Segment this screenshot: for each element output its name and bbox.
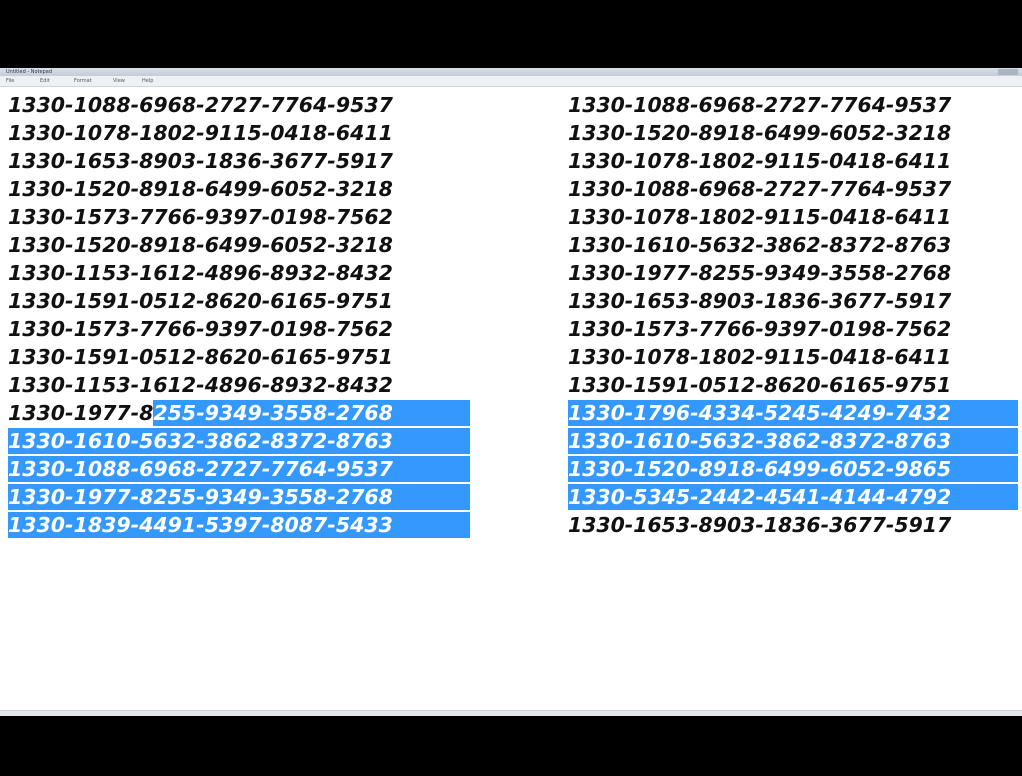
text-line[interactable]: 1330-1078-1802-9115-0418-6411 (568, 148, 951, 174)
text-line[interactable]: 1330-1520-8918-6499-6052-3218 (8, 176, 393, 202)
window-title-bar: Untitled - Notepad (0, 68, 1022, 76)
text-line[interactable]: 1330-1796-4334-5245-4249-7432 (568, 400, 1019, 426)
line-selected-text: 255-9349-3558-2768 (153, 400, 470, 426)
text-line[interactable]: 1330-1153-1612-4896-8932-8432 (8, 260, 393, 286)
menu-view[interactable]: View (113, 76, 125, 86)
menu-file[interactable]: File (6, 76, 14, 86)
line-unselected-text: 1330-1977-8 (8, 401, 154, 425)
text-line[interactable]: 1330-1977-8255-9349-3558-2768 (8, 484, 470, 510)
text-line[interactable]: 1330-1610-5632-3862-8372-8763 (568, 428, 1019, 454)
text-line[interactable]: 1330-1653-8903-1836-3677-5917 (568, 288, 951, 314)
text-line[interactable]: 1330-1591-0512-8620-6165-9751 (8, 344, 393, 370)
text-line[interactable]: 1330-1591-0512-8620-6165-9751 (8, 288, 393, 314)
text-line[interactable]: 1330-5345-2442-4541-4144-4792 (568, 484, 1019, 510)
text-line[interactable]: 1330-1610-5632-3862-8372-8763 (568, 232, 951, 258)
text-line[interactable]: 1330-1977-8255-9349-3558-2768 (8, 400, 470, 426)
text-line[interactable]: 1330-1591-0512-8620-6165-9751 (568, 372, 951, 398)
text-line[interactable]: 1330-1078-1802-9115-0418-6411 (8, 120, 393, 146)
menu-edit[interactable]: Edit (40, 76, 50, 86)
text-editor-area[interactable]: 1330-1088-6968-2727-7764-9537 1330-1078-1… (0, 87, 1022, 710)
text-line[interactable]: 1330-1520-8918-6499-6052-3218 (8, 232, 393, 258)
menu-bar: File Edit Format View Help (0, 76, 1022, 87)
text-line[interactable]: 1330-1088-6968-2727-7764-9537 (568, 176, 951, 202)
text-line[interactable]: 1330-1520-8918-6499-6052-3218 (568, 120, 951, 146)
letterbox-bottom (0, 716, 1022, 776)
text-line[interactable]: 1330-1573-7766-9397-0198-7562 (568, 316, 951, 342)
video-frame: Untitled - Notepad File Edit Format View… (0, 0, 1022, 776)
text-line[interactable]: 1330-1153-1612-4896-8932-8432 (8, 372, 393, 398)
text-line[interactable]: 1330-1573-7766-9397-0198-7562 (8, 204, 393, 230)
text-line[interactable]: 1330-1088-6968-2727-7764-9537 (8, 456, 470, 482)
text-line[interactable]: 1330-1520-8918-6499-6052-9865 (568, 456, 1019, 482)
window-title: Untitled - Notepad (6, 69, 53, 75)
text-line[interactable]: 1330-1078-1802-9115-0418-6411 (568, 204, 951, 230)
text-line[interactable]: 1330-1088-6968-2727-7764-9537 (8, 92, 393, 118)
window-controls[interactable] (998, 69, 1018, 75)
menu-help[interactable]: Help (142, 76, 153, 86)
menu-format[interactable]: Format (74, 76, 92, 86)
text-line[interactable]: 1330-1088-6968-2727-7764-9537 (568, 92, 951, 118)
text-line[interactable]: 1330-1573-7766-9397-0198-7562 (8, 316, 393, 342)
text-line[interactable]: 1330-1653-8903-1836-3677-5917 (568, 512, 951, 538)
text-line[interactable]: 1330-1839-4491-5397-8087-5433 (8, 512, 470, 538)
text-line[interactable]: 1330-1078-1802-9115-0418-6411 (568, 344, 951, 370)
text-line[interactable]: 1330-1653-8903-1836-3677-5917 (8, 148, 393, 174)
letterbox-top (0, 0, 1022, 68)
text-line[interactable]: 1330-1977-8255-9349-3558-2768 (568, 260, 951, 286)
text-line[interactable]: 1330-1610-5632-3862-8372-8763 (8, 428, 470, 454)
